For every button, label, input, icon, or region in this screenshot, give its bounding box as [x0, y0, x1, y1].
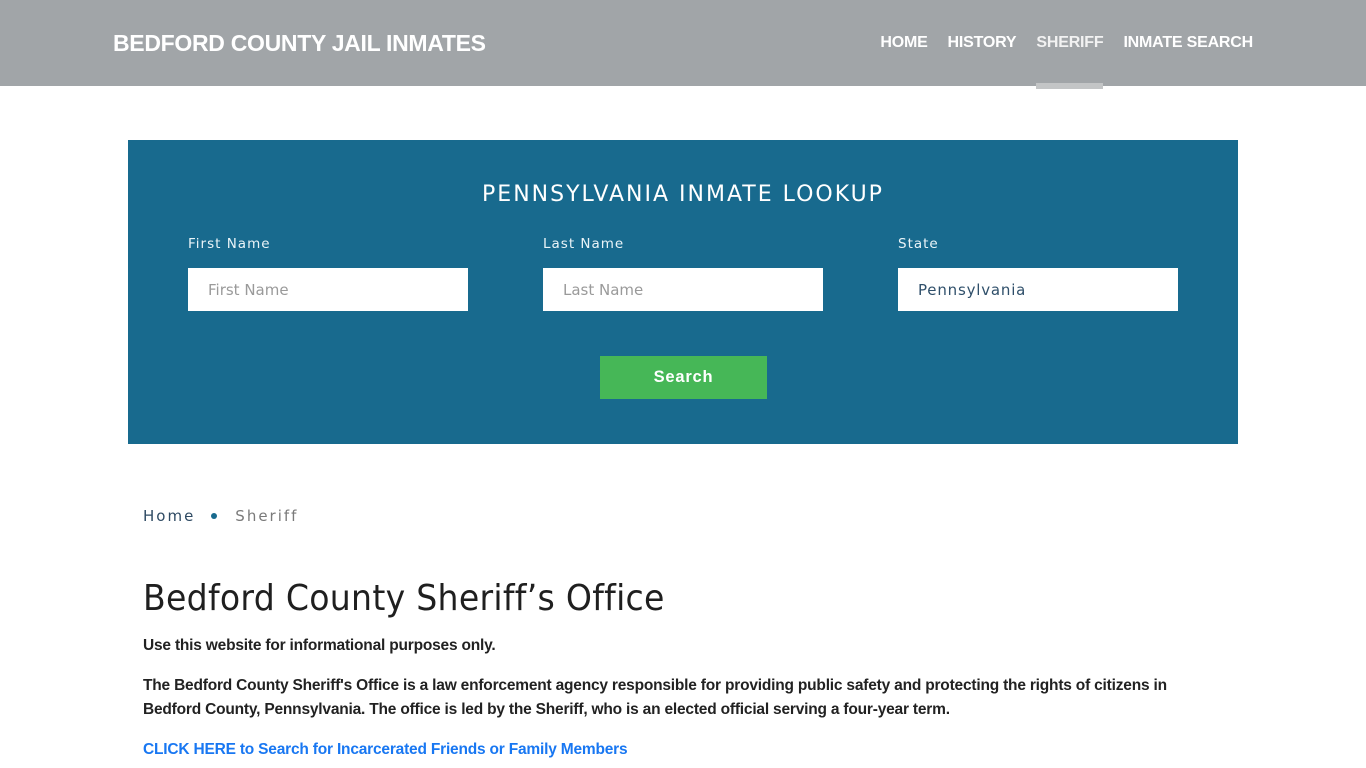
first-name-input[interactable] — [188, 268, 468, 311]
inmate-lookup-panel: PENNSYLVANIA INMATE LOOKUP First Name La… — [128, 140, 1238, 444]
first-name-label: First Name — [188, 236, 271, 252]
state-label: State — [898, 236, 939, 252]
site-logo-link[interactable]: BEDFORD COUNTY JAIL INMATES — [113, 30, 486, 57]
breadcrumb: Home Sheriff — [143, 507, 298, 525]
state-group: State — [898, 236, 1178, 311]
last-name-label: Last Name — [543, 236, 625, 252]
breadcrumb-separator-dot-icon — [211, 513, 218, 519]
main-nav: HOME HISTORY SHERIFF INMATE SEARCH — [860, 0, 1253, 89]
search-button[interactable]: Search — [600, 356, 767, 399]
nav-home[interactable]: HOME — [880, 0, 927, 86]
last-name-input[interactable] — [543, 268, 823, 311]
disclaimer-text: Use this website for informational purpo… — [143, 637, 496, 654]
nav-inmate-search[interactable]: INMATE SEARCH — [1123, 0, 1253, 86]
description-text: The Bedford County Sheriff's Office is a… — [143, 677, 1167, 718]
breadcrumb-home[interactable]: Home — [143, 507, 195, 525]
state-input[interactable] — [898, 268, 1178, 311]
nav-sheriff[interactable]: SHERIFF — [1036, 0, 1104, 89]
first-name-group: First Name — [188, 236, 468, 311]
site-header: BEDFORD COUNTY JAIL INMATES HOME HISTORY… — [0, 0, 1366, 89]
last-name-group: Last Name — [543, 236, 823, 311]
page-title: Bedford County Sheriff’s Office — [143, 578, 665, 619]
nav-history[interactable]: HISTORY — [948, 0, 1017, 86]
lookup-title: PENNSYLVANIA INMATE LOOKUP — [482, 182, 884, 207]
breadcrumb-current: Sheriff — [235, 507, 299, 525]
search-incarcerated-link[interactable]: CLICK HERE to Search for Incarcerated Fr… — [143, 738, 628, 762]
